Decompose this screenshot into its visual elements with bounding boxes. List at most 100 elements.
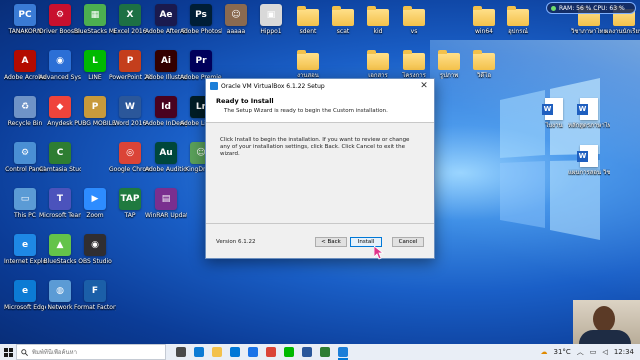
- clock[interactable]: 12:34: [614, 348, 634, 356]
- app-icon: Pr: [190, 50, 212, 72]
- installer-body: Click Install to begin the installation.…: [220, 137, 410, 157]
- close-icon[interactable]: ✕: [418, 81, 430, 91]
- app-icon: A: [14, 50, 36, 72]
- folder-icon: [403, 6, 425, 26]
- app-icon: C: [49, 142, 71, 164]
- performance-widget[interactable]: RAM: 56 % CPU: 63 %: [546, 2, 636, 14]
- app-icon: ▣: [260, 4, 282, 26]
- app-icon: e: [14, 280, 36, 302]
- taskbar: ☁ 31°C ︿ ▭ ◁ 12:34: [0, 344, 640, 360]
- taskbar-app-button[interactable]: [208, 344, 226, 360]
- taskbar-app-button[interactable]: [244, 344, 262, 360]
- document-label: แผนการสอน วิชาภาษาไทย: [568, 169, 610, 176]
- windows-start-icon: [3, 347, 13, 357]
- desktop-folder[interactable]: วิดีโอ: [463, 50, 505, 79]
- desktop-icon[interactable]: F Format Factory: [74, 280, 116, 311]
- chevron-up-icon[interactable]: ︿: [577, 347, 584, 357]
- line-icon: [284, 347, 294, 357]
- desktop-document[interactable]: W หลักสูตรภาษาไทย: [568, 98, 610, 129]
- webcam-overlay: [573, 300, 640, 344]
- search-input[interactable]: [32, 348, 157, 356]
- app-icon: P: [119, 50, 141, 72]
- desktop-icon-label: Hippo1: [260, 28, 282, 35]
- installer-header: Ready to Install The Setup Wizard is rea…: [206, 93, 434, 123]
- chrome-icon: [266, 347, 276, 357]
- folder-icon: [297, 50, 319, 70]
- desktop-folder[interactable]: งานสอน: [287, 50, 329, 79]
- search-icon: [21, 348, 28, 356]
- app-icon: ▤: [155, 188, 177, 210]
- taskbar-app-button[interactable]: [298, 344, 316, 360]
- camtasia-icon: [320, 347, 330, 357]
- installer-window: Oracle VM VirtualBox 6.1.22 Setup ✕ Read…: [205, 78, 435, 259]
- app-icon: ♻: [14, 96, 36, 118]
- network-icon[interactable]: ▭: [590, 348, 597, 356]
- installer-footer: Version 6.1.22 < Back Install Cancel: [206, 223, 434, 259]
- app-icon: ◆: [49, 96, 71, 118]
- cancel-button[interactable]: Cancel: [392, 236, 424, 247]
- desktop-folder[interactable]: อุปกรณ์: [497, 6, 539, 35]
- install-button[interactable]: Install: [350, 236, 382, 247]
- app-icon: ▭: [14, 188, 36, 210]
- taskbar-apps: [172, 344, 352, 360]
- app-icon: ⚙: [49, 4, 71, 26]
- start-button[interactable]: [0, 344, 16, 360]
- desktop-icon[interactable]: ◉ OBS Studio: [74, 234, 116, 265]
- installer-titlebar[interactable]: Oracle VM VirtualBox 6.1.22 Setup ✕: [206, 79, 434, 93]
- desktop-icon[interactable]: ▤ WinRAR Update...: [145, 188, 187, 219]
- app-icon: Au: [155, 142, 177, 164]
- taskbar-app-button[interactable]: [334, 344, 352, 360]
- word-icon: [302, 347, 312, 357]
- virtualbox-icon: [210, 82, 218, 90]
- desktop-icon[interactable]: PrAdobe Premiere ...: [180, 50, 222, 81]
- folder-icon: [367, 50, 389, 70]
- app-icon: ◉: [49, 50, 71, 72]
- volume-icon[interactable]: ◁: [602, 348, 607, 356]
- presenter-head: [593, 306, 615, 332]
- folder-label: vs: [410, 28, 418, 35]
- app-icon: P: [84, 96, 106, 118]
- app-icon: F: [84, 280, 106, 302]
- wallpaper-glow: [430, 40, 640, 340]
- app-icon: ◍: [49, 280, 71, 302]
- virtualbox-icon: [338, 347, 348, 357]
- folder-label: ผลงานนักเรียน: [604, 28, 640, 35]
- desktop-icon[interactable]: C Camtasia Studio 8: [39, 142, 81, 173]
- folder-label: วิดีโอ: [476, 72, 492, 79]
- back-button[interactable]: < Back: [315, 236, 347, 247]
- app-icon: ▶: [84, 188, 106, 210]
- file-explorer-icon: [212, 347, 222, 357]
- app-icon: Id: [155, 96, 177, 118]
- app-icon: ◎: [119, 142, 141, 164]
- taskbar-app-button[interactable]: [172, 344, 190, 360]
- folder-icon: [473, 6, 495, 26]
- desktop-icon[interactable]: ▣ Hippo1: [250, 4, 292, 35]
- taskbar-app-button[interactable]: [226, 344, 244, 360]
- taskbar-app-button[interactable]: [262, 344, 280, 360]
- desktop-icon-label: Camtasia Studio 8: [39, 166, 81, 173]
- app-icon: ⚙: [14, 142, 36, 164]
- app-icon: ◉: [84, 234, 106, 256]
- document-label: หลักสูตรภาษาไทย: [568, 122, 610, 129]
- taskbar-app-button[interactable]: [190, 344, 208, 360]
- temperature[interactable]: 31°C: [554, 348, 571, 356]
- mail-icon: [248, 347, 258, 357]
- folder-icon: [473, 50, 495, 70]
- version-label: Version 6.1.22: [216, 238, 256, 245]
- folder-label: อุปกรณ์: [508, 28, 528, 35]
- taskbar-app-button[interactable]: [280, 344, 298, 360]
- folder-icon: [507, 6, 529, 26]
- taskbar-search[interactable]: [16, 344, 166, 360]
- taskbar-app-button[interactable]: [316, 344, 334, 360]
- weather-icon[interactable]: ☁: [541, 348, 548, 356]
- app-icon: W: [119, 96, 141, 118]
- word-document-icon: W: [577, 98, 598, 120]
- desktop-folder[interactable]: vs: [393, 6, 435, 35]
- desktop-document[interactable]: W แผนการสอน วิชาภาษาไทย: [568, 145, 610, 176]
- edge-icon: [194, 347, 204, 357]
- app-icon: e: [14, 234, 36, 256]
- installer-title: Oracle VM VirtualBox 6.1.22 Setup: [221, 82, 325, 90]
- folder-icon: [367, 6, 389, 26]
- desktop-icon-label: Format Factory: [74, 304, 116, 311]
- word-document-icon: W: [577, 145, 598, 167]
